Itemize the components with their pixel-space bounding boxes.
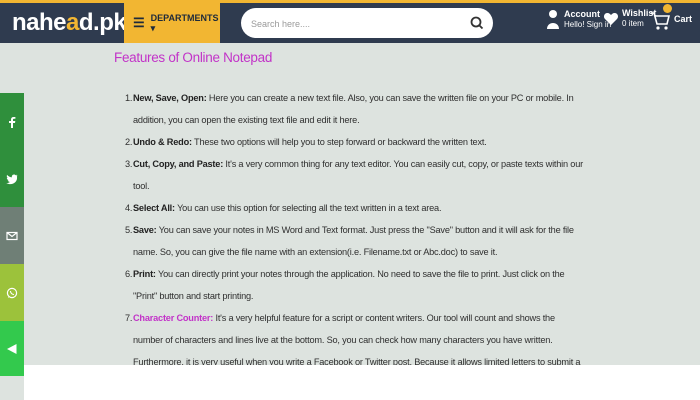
cart-count-badge [663, 4, 672, 13]
list-item-term: Select All: [133, 203, 175, 213]
list-item-text: You can use this option for selecting al… [174, 203, 442, 213]
list-item: 3. Cut, Copy, and Paste: It's a very comm… [125, 153, 585, 197]
user-icon [547, 10, 559, 29]
list-item-text: You can directly print your notes throug… [133, 269, 565, 301]
list-item-number: 3. [125, 159, 133, 169]
list-item-number: 7. [125, 313, 133, 323]
cart-link[interactable]: Cart [650, 4, 693, 32]
search-input[interactable] [249, 14, 453, 34]
list-item-term: New, Save, Open: [133, 93, 207, 103]
heart-icon [603, 12, 619, 25]
list-item: 1. New, Save, Open: Here you can create a… [125, 87, 585, 131]
list-item: 2. Undo & Redo: These two options will he… [125, 131, 585, 153]
list-item-number: 2. [125, 137, 133, 147]
list-item-number: 1. [125, 93, 133, 103]
list-item-number: 5. [125, 225, 133, 235]
footer-band [24, 365, 700, 400]
logo-accent: a [66, 9, 79, 36]
logo-text-end: d.pk [78, 9, 127, 36]
list-item-number: 4. [125, 203, 133, 213]
account-link[interactable]: Account Hello! Sign in [546, 8, 611, 30]
list-item-text: You can save your notes in MS Word and T… [133, 225, 574, 257]
list-item-term: Print: [133, 269, 156, 279]
wishlist-link[interactable]: Wishlist 0 item [603, 8, 656, 29]
hamburger-icon: ☰ [133, 15, 145, 30]
list-item-term: Character Counter: [133, 313, 214, 323]
search-bar [241, 8, 493, 38]
cart-label: Cart [674, 13, 693, 24]
list-item-term: Save: [133, 225, 157, 235]
departments-button[interactable]: ☰ DEPARTMENTS ▾ [124, 3, 220, 43]
list-item-term: Cut, Copy, and Paste: [133, 159, 224, 169]
list-item-text: These two options will help you to step … [191, 137, 487, 147]
cart-icon [651, 12, 670, 30]
site-header: nahead.pk ☰ DEPARTMENTS ▾ Account Hello!… [0, 3, 700, 43]
list-item: 5. Save: You can save your notes in MS Wo… [125, 219, 585, 263]
departments-label: DEPARTMENTS ▾ [150, 12, 219, 33]
logo-text: nahe [12, 9, 67, 36]
section-title: Features of Online Notepad [114, 50, 273, 65]
list-item: 4. Select All: You can use this option fo… [125, 197, 585, 219]
list-item-term: Undo & Redo: [133, 137, 192, 147]
search-icon[interactable] [469, 15, 485, 31]
list-item-number: 6. [125, 269, 133, 279]
list-item: 6. Print: You can directly print your not… [125, 263, 585, 307]
logo[interactable]: nahead.pk [12, 9, 127, 37]
feature-list: 1. New, Save, Open: Here you can create a… [125, 87, 585, 395]
